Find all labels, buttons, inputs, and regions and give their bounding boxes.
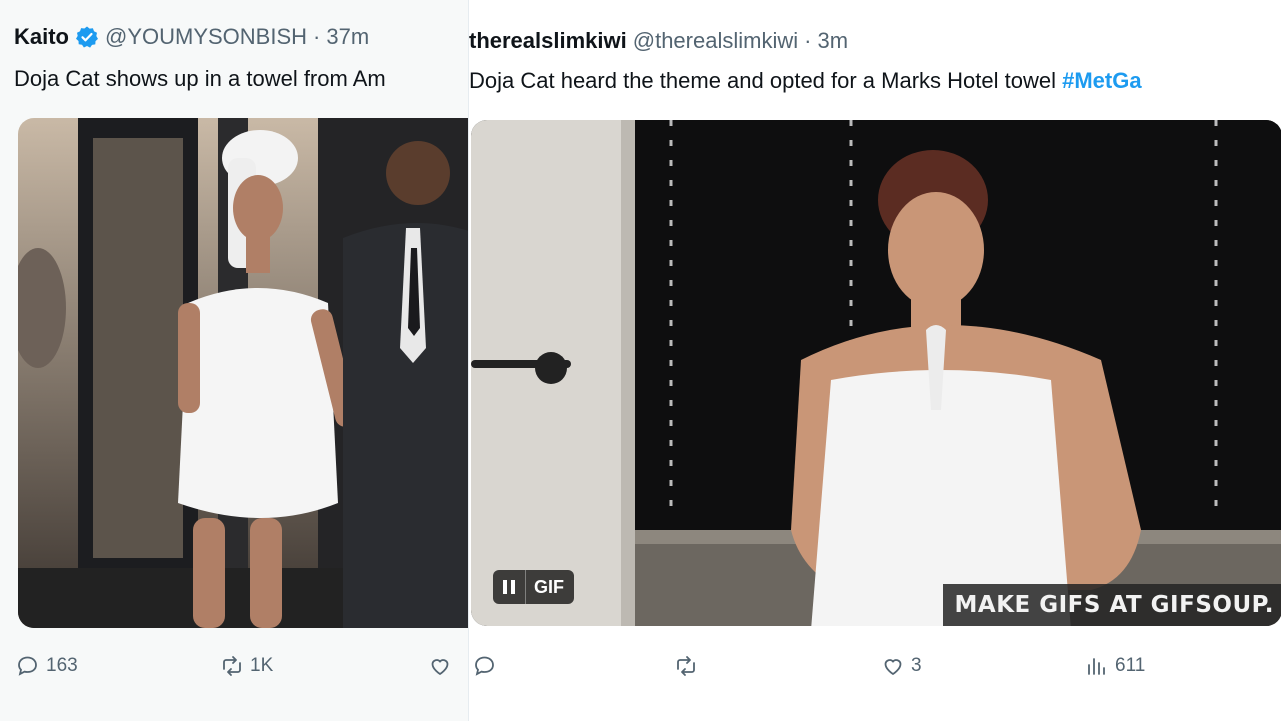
- photo-image: [18, 118, 470, 628]
- views-chart-icon: [1088, 658, 1105, 675]
- timestamp[interactable]: 3m: [817, 28, 848, 54]
- like-action[interactable]: 3: [881, 654, 922, 678]
- tweet-text-body: Doja Cat heard the theme and opted for a…: [469, 68, 1063, 93]
- verified-badge-icon: [76, 26, 98, 48]
- retweet-icon: [223, 656, 241, 676]
- right-tweet[interactable]: therealslimkiwi @therealslimkiwi · 3m Do…: [468, 0, 1281, 721]
- display-name[interactable]: Kaito: [14, 24, 69, 50]
- separator: ·: [804, 28, 812, 53]
- gif-watermark: MAKE GIFS AT GIFSOUP.: [942, 584, 1281, 626]
- user-handle[interactable]: @YOUMYSONBISH: [105, 24, 307, 50]
- reply-count: 163: [46, 655, 78, 676]
- like-action[interactable]: [428, 654, 458, 678]
- separator: ·: [313, 24, 321, 49]
- reply-icon: [18, 656, 37, 676]
- reply-icon: [475, 656, 494, 676]
- timestamp[interactable]: 37m: [326, 24, 369, 50]
- tweet-text: Doja Cat heard the theme and opted for a…: [469, 68, 1142, 94]
- heart-icon: [431, 659, 449, 676]
- reply-action[interactable]: 163: [16, 654, 78, 678]
- gif-label: GIF: [534, 576, 564, 597]
- tweet-gif[interactable]: GIF MAKE GIFS AT GIFSOUP.: [471, 120, 1281, 626]
- like-count: 3: [911, 655, 922, 676]
- views-action[interactable]: 611: [1085, 654, 1145, 678]
- tweet-header: therealslimkiwi @therealslimkiwi · 3m: [469, 28, 848, 54]
- retweet-icon: [677, 656, 695, 676]
- reply-action[interactable]: [473, 654, 503, 678]
- retweet-action[interactable]: [674, 654, 704, 678]
- retweet-action[interactable]: 1K: [220, 654, 273, 678]
- views-count: 611: [1115, 655, 1146, 676]
- heart-icon: [884, 659, 902, 676]
- hashtag-link[interactable]: #MetGa: [1062, 68, 1141, 93]
- tweet-photo[interactable]: [18, 118, 470, 628]
- display-name[interactable]: therealslimkiwi: [469, 28, 627, 54]
- pause-icon[interactable]: [493, 570, 526, 604]
- user-handle[interactable]: @therealslimkiwi: [633, 28, 798, 54]
- tweet-header: Kaito @YOUMYSONBISH · 37m: [14, 24, 369, 50]
- retweet-count: 1K: [250, 655, 274, 676]
- tweet-text: Doja Cat shows up in a towel from Am: [14, 66, 386, 91]
- left-tweet[interactable]: Kaito @YOUMYSONBISH · 37m Doja Cat shows…: [0, 0, 470, 721]
- gif-image: [471, 120, 1281, 626]
- gif-badge[interactable]: GIF: [493, 570, 574, 604]
